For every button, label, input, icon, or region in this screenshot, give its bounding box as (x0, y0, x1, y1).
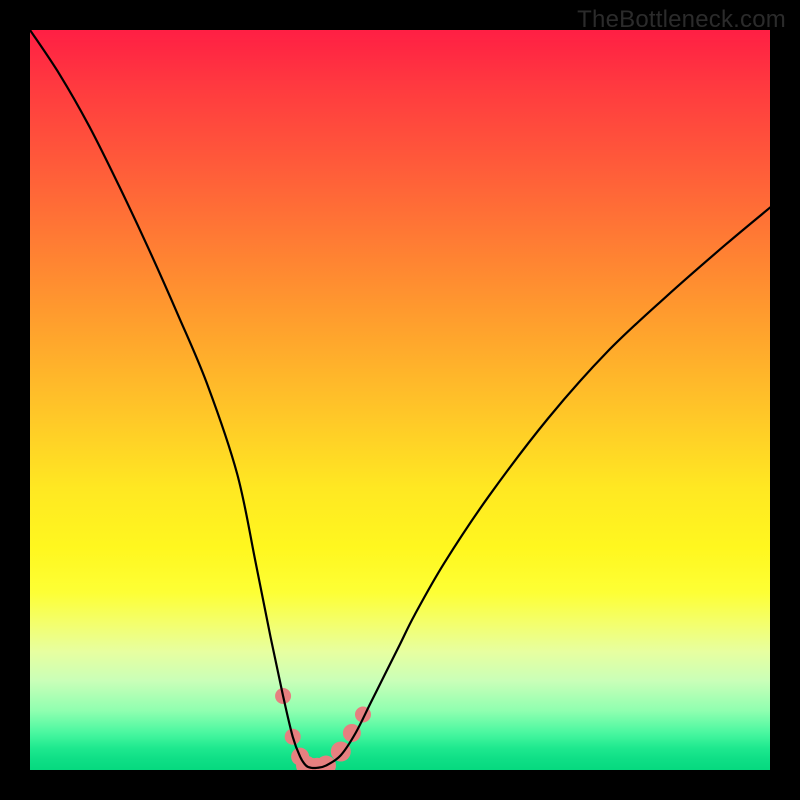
chart-overlay (30, 30, 770, 770)
chart-frame: TheBottleneck.com (0, 0, 800, 800)
watermark-text: TheBottleneck.com (577, 6, 786, 34)
bottleneck-curve (30, 30, 770, 768)
plot-area (30, 30, 770, 770)
